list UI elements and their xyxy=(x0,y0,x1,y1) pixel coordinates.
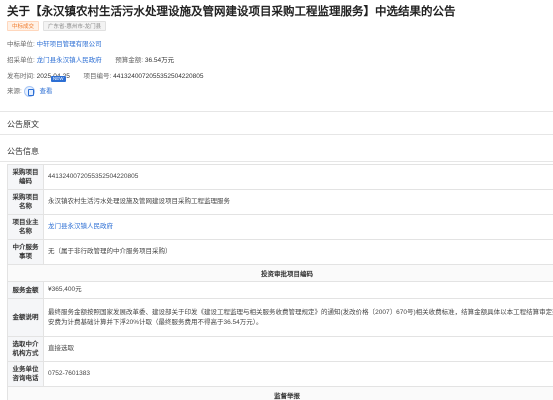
row-key: 选取中介机构方式 xyxy=(7,336,44,362)
row-key: 项目业主名称 xyxy=(7,214,44,240)
publish-row: 发布时间: 2025-04-25 项目编号: 44132400720553525… xyxy=(7,70,204,80)
table-row: 采购项目编码 44132400720553525042208​05 xyxy=(7,164,553,190)
region-badge: 广东省-惠州市-龙门县 xyxy=(43,21,107,31)
publish-label: 发布时间: xyxy=(7,73,35,80)
row-key: 中介服务事项 xyxy=(7,239,44,265)
table-row: 中介服务事项 无（属于非行政管理的中介服务项目采购） xyxy=(7,239,553,265)
section-title: 投资审批项目编码 xyxy=(7,264,553,282)
table-row: 金额说明 最终服务金额按照国家发展改革委、建设部关于印发《建设工程监理与相关服务… xyxy=(7,298,553,337)
source-label: 来源: xyxy=(7,88,22,95)
row-value: 44132400720553525042208​05 xyxy=(43,164,553,190)
project-no-value: 441324007205535250422080​5 xyxy=(113,73,204,80)
table-row: 业务单位咨询电话 0752-7601383 xyxy=(7,361,553,387)
section-title: 监督举报 xyxy=(7,386,553,400)
buyer-label: 招采单位: xyxy=(7,57,35,64)
row-key: 服务金额 xyxy=(7,281,44,299)
table-section-row: 投资审批项目编码 xyxy=(7,264,553,282)
page-title: 关于【永汉镇农村生活污水处理设施及管网建设项目采购工程监理服务】中选结果的公告 xyxy=(7,6,456,18)
row-value: 直接选取 xyxy=(43,336,553,362)
table-row: 项目业主名称 龙门县永汉镇人民政府 xyxy=(7,214,553,240)
info-table: 采购项目编码 44132400720553525042208​05 采购项目名称… xyxy=(7,164,553,400)
table-row: 选取中介机构方式 直接选取 xyxy=(7,336,553,362)
new-badge: NEW xyxy=(51,76,66,82)
table-row: 采购项目名称 永汉镇农村生活污水处理设施及管网建设项目采购工程监理服务 xyxy=(7,189,553,215)
source-view-link[interactable]: 查看 xyxy=(39,88,52,95)
row-key: 业务单位咨询电话 xyxy=(7,361,44,387)
row-value: 最终服务金额按照国家发展改革委、建设部关于印发《建设工程监理与相关服务收费管理规… xyxy=(43,298,553,337)
row-key: 金额说明 xyxy=(7,298,44,337)
row-key: 采购项目编码 xyxy=(7,164,44,190)
buyer-link[interactable]: 龙门县永汉镇人民政府 xyxy=(37,57,102,64)
row-value: 永汉镇农村生活污水处理设施及管网建设项目采购工程监理服务 xyxy=(43,189,553,215)
budget-label: 预算金额: xyxy=(115,57,144,64)
project-no-label: 项目编号: xyxy=(83,73,112,80)
row-value: 0752-7601383 xyxy=(43,361,553,387)
tag-row: 中标成交 广东省-惠州市-龙门县 xyxy=(7,21,107,31)
row-value: ¥365,400元 xyxy=(43,281,553,299)
owner-link[interactable]: 龙门县永汉镇人民政府 xyxy=(43,214,553,240)
budget-value: 36.54万元 xyxy=(144,57,175,64)
announcement-header: 关于【永汉镇农村生活污水处理设施及管网建设项目采购工程监理服务】中选结果的公告 … xyxy=(0,0,553,112)
winner-row: 中标单位: 中轩项目管理有限公司 xyxy=(7,38,102,48)
table-row: 服务金额 ¥365,400元 xyxy=(7,281,553,299)
table-section-row: 监督举报 xyxy=(7,386,553,400)
row-value: 无（属于非行政管理的中介服务项目采购） xyxy=(43,239,553,265)
source-row: 来源: 查看 xyxy=(7,85,52,97)
source-link-icon[interactable] xyxy=(23,85,36,97)
status-badge: 中标成交 xyxy=(7,21,40,31)
info-heading: 公告信息 xyxy=(0,142,553,162)
buyer-row: 招采单位: 龙门县永汉镇人民政府 预算金额: 36.54万元 xyxy=(7,54,174,64)
row-key: 采购项目名称 xyxy=(7,189,44,215)
winner-link[interactable]: 中轩项目管理有限公司 xyxy=(37,41,102,48)
winner-label: 中标单位: xyxy=(7,41,35,48)
body-heading: 公告原文 xyxy=(0,115,553,135)
